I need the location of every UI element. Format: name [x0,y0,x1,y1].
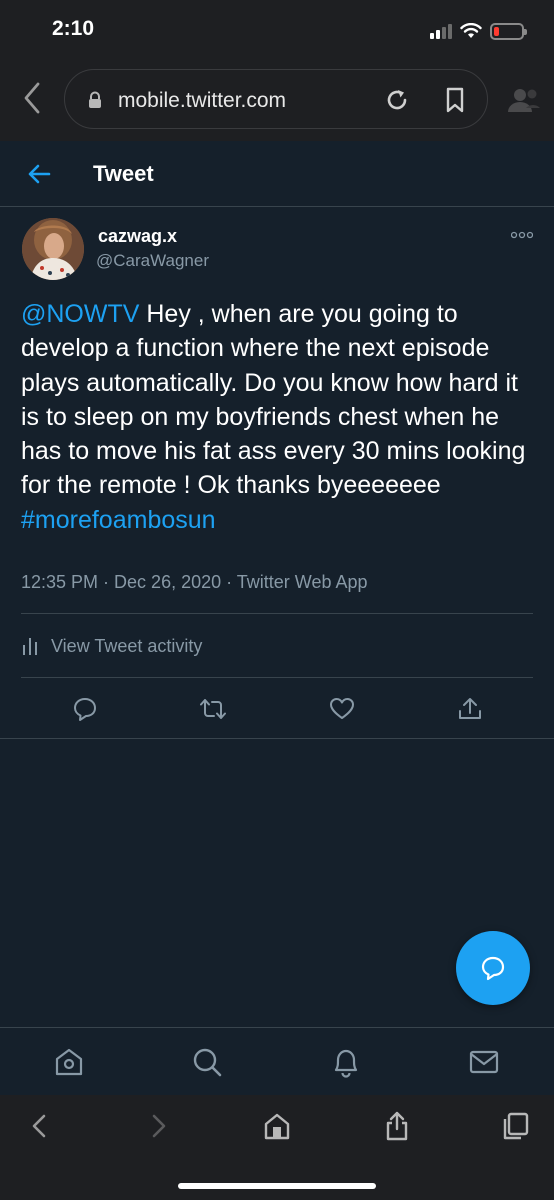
tweet-text: @NOWTV Hey , when are you going to devel… [21,297,537,537]
browser-forward-icon[interactable] [143,1111,173,1141]
battery-icon [490,22,527,40]
activity-icon [23,638,37,655]
retweet-icon[interactable] [200,696,226,722]
status-time: 2:10 [52,17,95,40]
address-bar-row: mobile.twitter.com [0,66,554,132]
divider [21,677,533,678]
divider [21,613,533,614]
page-title: Tweet [93,161,154,186]
bell-icon[interactable] [330,1046,362,1078]
tweet-actions [0,680,554,738]
bookmark-icon[interactable] [443,86,467,114]
mention-link[interactable]: @NOWTV [21,300,139,328]
browser-share-icon[interactable] [382,1111,412,1141]
browser-back-icon[interactable] [25,1111,55,1141]
share-icon[interactable] [457,696,483,722]
tweet-body: Hey , when are you going to develop a fu… [21,300,526,500]
mail-icon[interactable] [468,1046,500,1078]
lock-icon [89,91,101,108]
compose-icon [481,956,505,981]
home-indicator [178,1183,376,1189]
status-bar: 2:10 [0,0,554,60]
wifi-icon [460,23,482,38]
heart-icon[interactable] [329,696,355,722]
hashtag-link[interactable]: #morefoambosun [21,506,216,534]
divider [0,738,554,739]
more-icon[interactable] [511,231,533,239]
user-handle[interactable]: @CaraWagner [96,251,209,271]
people-icon[interactable] [506,86,540,114]
compose-button[interactable] [456,931,530,1005]
tweet-timestamp[interactable]: 12:35 PM · Dec 26, 2020 · Twitter Web Ap… [21,572,368,593]
reply-icon[interactable] [72,696,98,722]
browser-top-bar: 2:10 mobile.twitter.com [0,0,554,141]
home-icon[interactable] [53,1046,85,1078]
activity-label: View Tweet activity [51,635,203,656]
url-text: mobile.twitter.com [118,89,287,112]
display-name[interactable]: cazwag.x [98,226,177,247]
tweet-header: Tweet [0,141,554,207]
search-icon[interactable] [191,1046,223,1078]
view-activity-link[interactable]: View Tweet activity [21,632,202,660]
tabs-icon[interactable] [500,1111,530,1141]
avatar[interactable] [22,218,84,280]
reload-icon[interactable] [383,86,411,114]
browser-back-icon[interactable] [18,80,48,116]
back-arrow-icon[interactable] [26,161,52,187]
status-icons [430,20,527,42]
signal-icon [430,23,452,39]
twitter-bottom-nav [0,1027,554,1095]
browser-home-icon[interactable] [262,1111,292,1141]
address-bar[interactable]: mobile.twitter.com [64,69,488,129]
